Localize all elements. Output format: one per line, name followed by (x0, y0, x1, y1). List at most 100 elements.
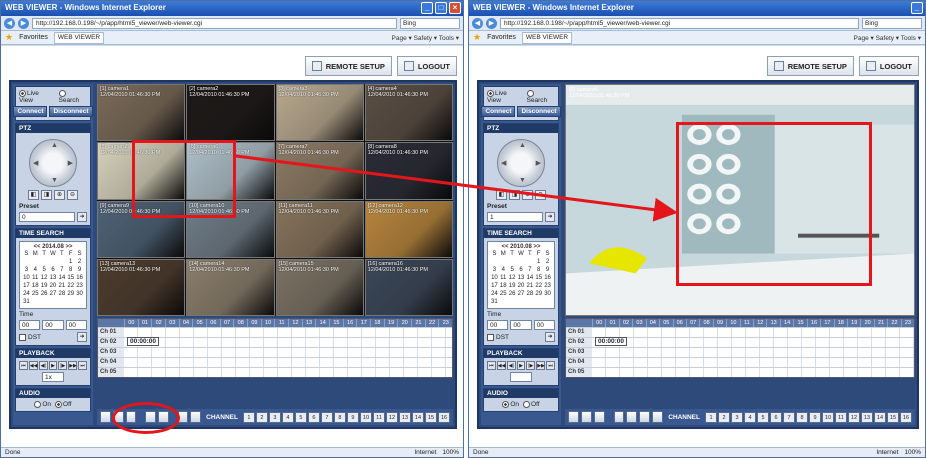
close-icon[interactable]: × (449, 2, 461, 14)
single-camera-view[interactable]: [6] camera6 12/04/2010 01:46:30 PM (565, 84, 915, 316)
timeline-row[interactable]: Ch 01 (98, 327, 452, 337)
quad-view-icon[interactable] (157, 411, 169, 423)
timeline-row[interactable]: Ch 04 (98, 357, 452, 367)
channel-button-12[interactable]: 12 (847, 411, 860, 423)
audio-off-radio[interactable]: Off (523, 401, 540, 408)
nine-view-icon[interactable] (639, 411, 651, 423)
timeline-row[interactable]: Ch 05 (566, 367, 914, 377)
live-view-radio[interactable]: Live View (487, 90, 523, 104)
timeline-track[interactable] (124, 368, 452, 377)
channel-button-8[interactable]: 8 (795, 411, 808, 423)
channel-button-3[interactable]: 3 (730, 411, 743, 423)
search-field[interactable]: Bing (862, 17, 922, 29)
aspect-icon[interactable] (190, 411, 202, 423)
calendar-day[interactable]: 6 (49, 266, 58, 274)
hour-select[interactable]: 00 (19, 320, 41, 331)
favorites-label[interactable]: Favorites (19, 34, 48, 41)
tab-web-viewer[interactable]: WEB VIEWER (53, 31, 105, 44)
channel-button-2[interactable]: 2 (255, 411, 268, 423)
calendar-day[interactable]: 27 (517, 290, 526, 298)
audio-off-radio[interactable]: Off (55, 401, 72, 408)
channel-button-8[interactable]: 8 (333, 411, 346, 423)
rewind-icon[interactable]: ◀◀ (496, 361, 506, 371)
timeline-track[interactable] (124, 338, 452, 347)
channel-button-7[interactable]: 7 (782, 411, 795, 423)
calendar-day[interactable]: 7 (57, 266, 66, 274)
channel-button-5[interactable]: 5 (756, 411, 769, 423)
minimize-icon[interactable]: _ (421, 2, 433, 14)
channel-button-10[interactable]: 10 (359, 411, 372, 423)
calendar-day[interactable]: 15 (66, 274, 75, 282)
channel-button-15[interactable]: 15 (424, 411, 437, 423)
forward-icon[interactable]: ▶ (486, 17, 497, 29)
last-icon[interactable]: ⏭ (546, 361, 555, 371)
second-select[interactable]: 00 (533, 320, 555, 331)
quad-view-icon[interactable] (626, 411, 638, 423)
maximize-icon[interactable]: □ (435, 2, 447, 14)
calendar-day[interactable]: 2 (75, 258, 84, 266)
dst-checkbox[interactable] (487, 333, 494, 341)
dst-checkbox[interactable] (19, 333, 26, 341)
calendar-day[interactable]: 27 (49, 290, 58, 298)
search-radio[interactable]: Search (526, 90, 555, 104)
calendar-day[interactable]: 2 (543, 258, 552, 266)
connect-button[interactable]: Connect (481, 106, 516, 118)
channel-button-16[interactable]: 16 (437, 411, 450, 423)
search-radio[interactable]: Search (58, 90, 87, 104)
channel-button-11[interactable]: 11 (372, 411, 385, 423)
remote-setup-button[interactable]: REMOTE SETUP (304, 56, 392, 76)
calendar-day[interactable]: 11 (499, 274, 508, 282)
calendar-day[interactable]: 1 (66, 258, 75, 266)
timeline-track[interactable] (124, 328, 452, 337)
time-go-icon[interactable]: ➜ (545, 332, 555, 343)
timeline-row[interactable]: Ch 05 (98, 367, 452, 377)
audio-on-radio[interactable]: On (34, 401, 51, 408)
calendar-day[interactable]: 3 (490, 266, 499, 274)
favorites-label[interactable]: Favorites (487, 34, 516, 41)
timeline-track[interactable] (592, 348, 914, 357)
calendar-day[interactable]: 25 (499, 290, 508, 298)
channel-button-15[interactable]: 15 (886, 411, 899, 423)
print-icon[interactable] (593, 411, 605, 423)
calendar-day[interactable]: 25 (31, 290, 40, 298)
ptz-dial[interactable]: ▲ ▼ ◀ ▶ (29, 139, 77, 188)
timeline[interactable]: 00 01 02 03 04 05 06 07 08 09 10 11 12 13 14 15 16 17 18 19… (565, 318, 915, 378)
channel-button-4[interactable]: 4 (281, 411, 294, 423)
calendar-day[interactable]: 24 (490, 290, 499, 298)
calendar-day[interactable]: 5 (508, 266, 517, 274)
calendar-day[interactable]: 9 (543, 266, 552, 274)
rewind-icon[interactable]: ◀◀ (28, 361, 38, 371)
calendar-day[interactable]: 23 (543, 282, 552, 290)
timeline-track[interactable] (124, 348, 452, 357)
disconnect-button[interactable]: Disconnect (517, 106, 561, 118)
hour-select[interactable]: 00 (487, 320, 509, 331)
channel-button-1[interactable]: 1 (242, 411, 255, 423)
camera-tile[interactable]: [8] camera8 12/04/2010 01:46:30 PM (364, 142, 453, 200)
remote-setup-button[interactable]: REMOTE SETUP (766, 56, 854, 76)
calendar-day[interactable]: 29 (66, 290, 75, 298)
minimize-icon[interactable]: _ (911, 2, 923, 14)
calendar-day[interactable]: 18 (31, 282, 40, 290)
calendar-day[interactable]: 6 (517, 266, 526, 274)
camera-tile[interactable]: [12] camera12 12/04/2010 01:46:30 PM (364, 200, 453, 258)
single-view-icon[interactable] (613, 411, 625, 423)
back-icon[interactable]: ◀ (4, 17, 15, 29)
first-icon[interactable]: ⏮ (19, 361, 28, 371)
step-forward-icon[interactable]: |▶ (526, 361, 536, 371)
minute-select[interactable]: 00 (42, 320, 64, 331)
calendar-day[interactable]: 22 (534, 282, 543, 290)
calendar-day[interactable]: 18 (499, 282, 508, 290)
timeline-track[interactable] (592, 328, 914, 337)
search-field[interactable]: Bing (400, 17, 460, 29)
calendar-day[interactable]: 21 (525, 282, 534, 290)
camera-tile[interactable]: [11] camera11 12/04/2010 01:46:30 PM (275, 200, 364, 258)
calendar-day[interactable]: 29 (534, 290, 543, 298)
calendar-day[interactable]: 22 (66, 282, 75, 290)
preset-select[interactable]: 1 (487, 212, 543, 223)
camera-tile[interactable]: [1] camera1 12/04/2010 01:46:30 PM (97, 84, 186, 142)
calendar-day[interactable]: 30 (543, 290, 552, 298)
calendar-day[interactable]: 31 (490, 298, 499, 306)
play-icon[interactable]: ▶ (516, 361, 526, 371)
calendar-day[interactable]: 17 (22, 282, 31, 290)
calendar-day[interactable]: 30 (75, 290, 84, 298)
